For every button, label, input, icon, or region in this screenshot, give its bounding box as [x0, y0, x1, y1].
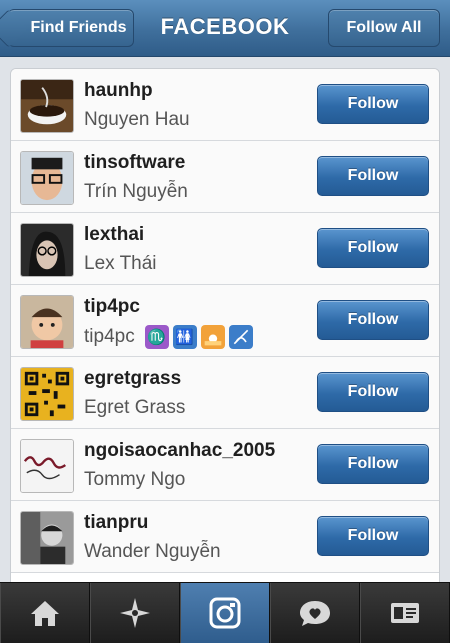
username[interactable]: tip4pc	[84, 296, 140, 318]
full-name: Wander Nguyễn	[84, 541, 221, 562]
avatar[interactable]	[20, 79, 74, 133]
full-name: Lex Thái	[84, 253, 157, 274]
explore-icon	[120, 598, 150, 628]
full-name: tip4pc ♏ 🚻	[84, 325, 253, 349]
username[interactable]: egretgrass	[84, 368, 181, 390]
follow-button[interactable]: Follow	[317, 156, 429, 196]
tab-bar	[0, 582, 450, 643]
follow-all-button[interactable]: Follow All	[328, 9, 440, 47]
avatar[interactable]	[20, 223, 74, 277]
follow-button[interactable]: Follow	[317, 372, 429, 412]
avatar[interactable]	[20, 295, 74, 349]
full-name: Nguyen Hau	[84, 109, 190, 130]
list-item: tinsoftware Trín Nguyễn Follow	[11, 141, 439, 213]
avatar[interactable]	[20, 511, 74, 565]
username[interactable]: tianpru	[84, 512, 148, 534]
nav-bar: Find Friends FACEBOOK Follow All	[0, 0, 450, 57]
sunset-icon	[200, 325, 225, 349]
avatar[interactable]	[20, 367, 74, 421]
tab-home[interactable]	[0, 583, 90, 643]
avatar[interactable]	[20, 439, 74, 493]
list-item: lexthai Lex Thái Follow	[11, 213, 439, 285]
camera-icon	[209, 597, 241, 629]
list-item: ngoisaocanhac_2005 Tommy Ngo Follow	[11, 429, 439, 501]
username[interactable]: lexthai	[84, 224, 144, 246]
tab-explore[interactable]	[90, 583, 180, 643]
news-icon	[300, 601, 330, 626]
list-item: egretgrass Egret Grass Follow	[11, 357, 439, 429]
list-item: tianpru Wander Nguyễn Follow	[11, 501, 439, 573]
user-list: haunhp Nguyen Hau Follow tinsoftware Trí…	[10, 68, 440, 588]
list-item: tip4pc tip4pc ♏ 🚻 Follow	[11, 285, 439, 357]
follow-button[interactable]: Follow	[317, 84, 429, 124]
home-icon	[31, 601, 59, 626]
emoji-group: ♏ 🚻	[144, 325, 253, 349]
follow-button[interactable]: Follow	[317, 516, 429, 556]
username[interactable]: ngoisaocanhac_2005	[84, 440, 275, 462]
tab-profile[interactable]	[360, 583, 450, 643]
full-name: Trín Nguyễn	[84, 181, 188, 202]
username[interactable]: haunhp	[84, 80, 153, 102]
restroom-icon: 🚻	[172, 325, 197, 349]
follow-button[interactable]: Follow	[317, 300, 429, 340]
username[interactable]: tinsoftware	[84, 152, 185, 174]
list-item: haunhp Nguyen Hau Follow	[11, 69, 439, 141]
scorpio-sign-icon: ♏	[144, 325, 169, 349]
avatar[interactable]	[20, 151, 74, 205]
full-name: Egret Grass	[84, 397, 186, 418]
tab-news[interactable]	[270, 583, 360, 643]
no-signal-icon	[228, 325, 253, 349]
follow-button[interactable]: Follow	[317, 444, 429, 484]
tab-camera[interactable]	[180, 583, 270, 643]
full-name: Tommy Ngo	[84, 469, 186, 490]
follow-button[interactable]: Follow	[317, 228, 429, 268]
profile-icon	[391, 603, 419, 623]
